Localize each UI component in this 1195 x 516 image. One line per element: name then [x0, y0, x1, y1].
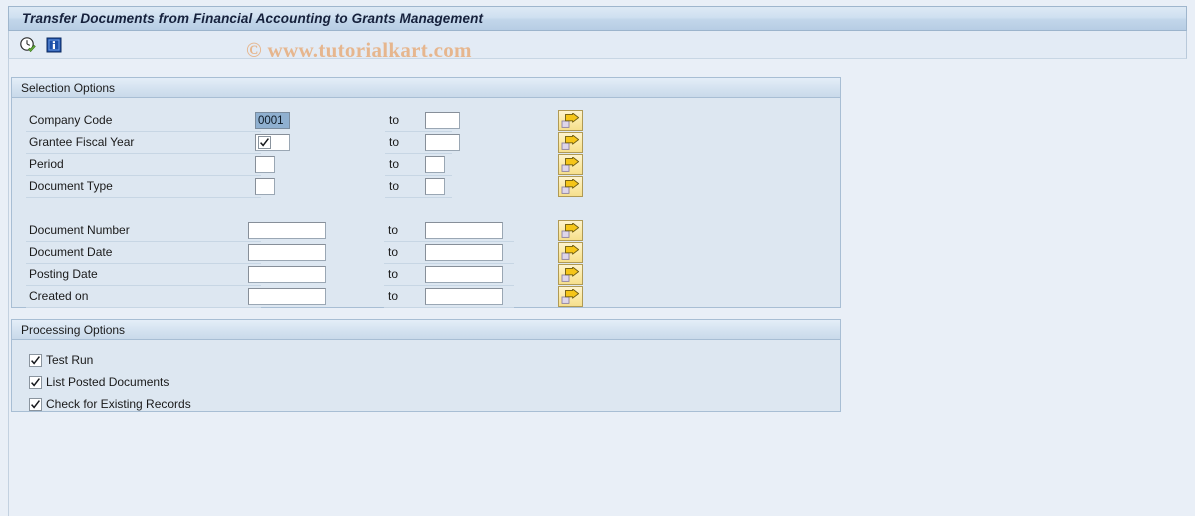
field-input-to[interactable] [425, 222, 503, 239]
to-label: to [388, 223, 399, 237]
info-icon[interactable] [44, 35, 64, 55]
processing-option-row[interactable]: Check for Existing Records [29, 395, 191, 413]
multiple-selection-button[interactable] [558, 154, 583, 175]
to-label: to [388, 245, 399, 259]
checkbox-checked-icon[interactable] [29, 375, 42, 389]
field-row: Document Type to [12, 176, 840, 198]
toolbar [8, 31, 1187, 59]
field-label: Posting Date [29, 267, 98, 281]
selection-options-title: Selection Options [21, 80, 116, 95]
field-input-to[interactable] [425, 134, 460, 151]
multiple-selection-button[interactable] [558, 286, 583, 307]
field-input-from[interactable] [255, 156, 275, 173]
processing-option-row[interactable]: Test Run [29, 351, 93, 369]
to-label: to [388, 267, 399, 281]
to-label: to [388, 289, 399, 303]
field-input-to[interactable] [425, 156, 445, 173]
field-label: Period [29, 157, 64, 171]
field-input-to[interactable] [425, 112, 460, 129]
content-area: Selection Options Company CodetoGrantee … [8, 59, 1187, 516]
field-label: Created on [29, 289, 89, 303]
row-separator [26, 307, 261, 308]
processing-options-header: Processing Options [12, 320, 840, 340]
field-row: Document Date to [12, 242, 840, 264]
processing-option-label: Test Run [46, 353, 94, 367]
to-label: to [389, 113, 400, 127]
field-row: Posting Date to [12, 264, 840, 286]
to-label: to [389, 179, 400, 193]
selection-options-header: Selection Options [12, 78, 840, 98]
checkbox-checked-icon[interactable] [29, 397, 42, 411]
multiple-selection-button[interactable] [558, 110, 583, 131]
field-input-from[interactable] [248, 244, 326, 261]
processing-option-label: Check for Existing Records [46, 397, 191, 411]
processing-options-panel: Processing Options Test Run List Posted D… [11, 319, 841, 412]
checkbox-checked-icon[interactable] [29, 353, 42, 367]
field-row: Period to [12, 154, 840, 176]
field-input-from[interactable] [248, 288, 326, 305]
selection-options-panel: Selection Options Company CodetoGrantee … [11, 77, 841, 308]
field-input-from[interactable] [248, 266, 326, 283]
field-input-to[interactable] [425, 244, 503, 261]
page-title: Transfer Documents from Financial Accoun… [22, 11, 484, 26]
multiple-selection-button[interactable] [558, 264, 583, 285]
multiple-selection-button[interactable] [558, 220, 583, 241]
field-row: Grantee Fiscal Year to [12, 132, 840, 154]
field-label: Document Date [29, 245, 113, 259]
field-input-from[interactable] [255, 112, 290, 129]
checkbox-checked-icon [258, 136, 271, 149]
field-input-from[interactable] [248, 222, 326, 239]
field-row: Company Code to [12, 110, 840, 132]
field-label: Grantee Fiscal Year [29, 135, 135, 149]
field-input-to[interactable] [425, 288, 503, 305]
processing-options-title: Processing Options [21, 322, 126, 337]
multiple-selection-button[interactable] [558, 132, 583, 153]
processing-option-label: List Posted Documents [46, 375, 170, 389]
field-row: Created on to [12, 286, 840, 308]
window-title-bar: Transfer Documents from Financial Accoun… [8, 6, 1187, 31]
field-label: Document Type [29, 179, 113, 193]
row-separator-to [385, 197, 452, 198]
to-label: to [389, 157, 400, 171]
to-label: to [389, 135, 400, 149]
row-separator [26, 197, 261, 198]
row-separator-to [384, 307, 514, 308]
execute-icon[interactable] [18, 35, 38, 55]
field-label: Document Number [29, 223, 130, 237]
processing-option-row[interactable]: List Posted Documents [29, 373, 169, 391]
field-label: Company Code [29, 113, 113, 127]
multiple-selection-button[interactable] [558, 242, 583, 263]
field-input-to[interactable] [425, 266, 503, 283]
multiple-selection-button[interactable] [558, 176, 583, 197]
field-input-to[interactable] [425, 178, 445, 195]
field-row: Document Number to [12, 220, 840, 242]
field-input-from[interactable] [255, 178, 275, 195]
